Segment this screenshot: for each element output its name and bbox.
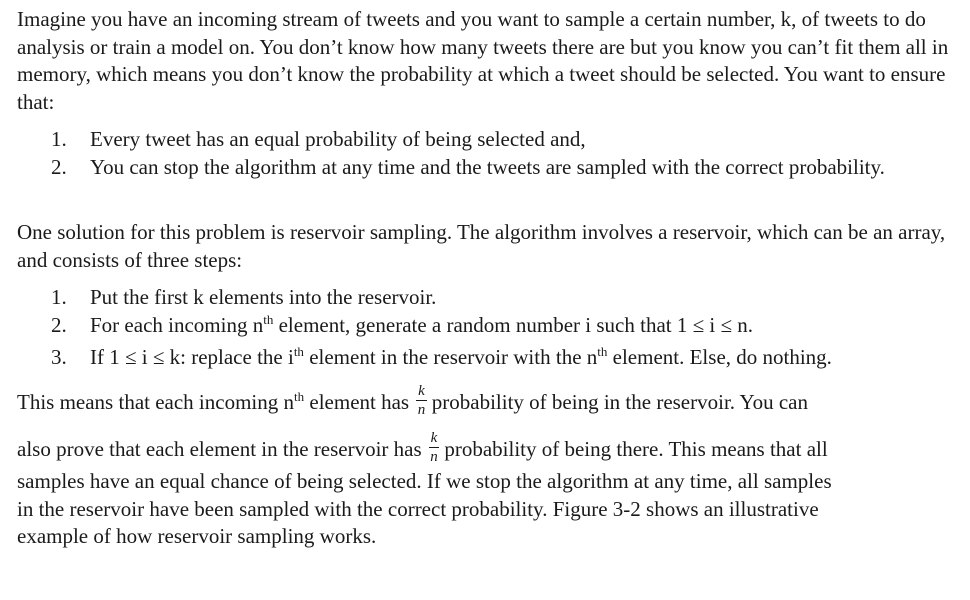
list-item-text: Put the first k elements into the reserv… bbox=[90, 284, 437, 309]
fraction-denominator: n bbox=[430, 449, 438, 466]
intro-paragraph: Imagine you have an incoming stream of t… bbox=[17, 7, 949, 114]
text-run: probability of being there. This means t… bbox=[444, 436, 828, 461]
fraction-k-over-n: kn bbox=[428, 430, 440, 466]
text-line: also prove that each element in the rese… bbox=[17, 421, 957, 468]
superscript: th bbox=[597, 343, 608, 359]
fraction-numerator: k bbox=[416, 383, 427, 402]
text-run: element has bbox=[304, 389, 410, 414]
list-item: 1. Every tweet has an equal probability … bbox=[17, 125, 957, 153]
list-number: 1. bbox=[51, 284, 67, 309]
conclusion-paragraph: This means that each incoming nth elemen… bbox=[17, 374, 957, 551]
list-item-text-end: element. Else, do nothing. bbox=[607, 344, 832, 369]
algorithm-steps-list: 1. Put the first k elements into the res… bbox=[17, 283, 957, 375]
list-item: 1. Put the first k elements into the res… bbox=[17, 283, 957, 312]
list-item: 2. For each incoming nth element, genera… bbox=[17, 311, 957, 343]
text-run: This means that each incoming n bbox=[17, 389, 295, 414]
list-number: 1. bbox=[51, 127, 67, 152]
text-line: This means that each incoming nth elemen… bbox=[17, 374, 957, 421]
solution-paragraph: One solution for this problem is reservo… bbox=[17, 220, 946, 272]
requirements-list: 1. Every tweet has an equal probability … bbox=[17, 125, 957, 181]
list-number: 3. bbox=[51, 344, 67, 369]
text-line: in the reservoir have been sampled with … bbox=[17, 496, 819, 521]
list-item-text-start: If 1 ≤ i ≤ k: replace the i bbox=[90, 344, 294, 369]
list-item: 2. You can stop the algorithm at any tim… bbox=[17, 153, 957, 181]
list-number: 2. bbox=[51, 155, 67, 180]
text-line: samples have an equal chance of being se… bbox=[17, 469, 832, 494]
fraction-numerator: k bbox=[428, 430, 440, 449]
text-run: also prove that each element in the rese… bbox=[17, 436, 422, 461]
list-item-text: Every tweet has an equal probability of … bbox=[90, 127, 586, 152]
fraction-denominator: n bbox=[417, 402, 426, 419]
superscript: th bbox=[263, 312, 274, 328]
list-item-text-start: For each incoming n bbox=[90, 313, 264, 338]
text-run: probability of being in the reservoir. Y… bbox=[431, 389, 808, 414]
superscript: th bbox=[293, 343, 304, 359]
list-item: 3. If 1 ≤ i ≤ k: replace the ith element… bbox=[17, 343, 957, 375]
list-item-text-middle: element in the reservoir with the n bbox=[303, 344, 598, 369]
text-line: example of how reservoir sampling works. bbox=[17, 524, 377, 549]
superscript: th bbox=[294, 388, 305, 404]
list-item-text: You can stop the algorithm at any time a… bbox=[90, 155, 885, 180]
fraction-k-over-n: kn bbox=[416, 384, 427, 418]
list-number: 2. bbox=[51, 313, 67, 338]
document-page: Imagine you have an incoming stream of t… bbox=[17, 6, 957, 551]
list-item-text-end: element, generate a random number i such… bbox=[273, 313, 753, 338]
